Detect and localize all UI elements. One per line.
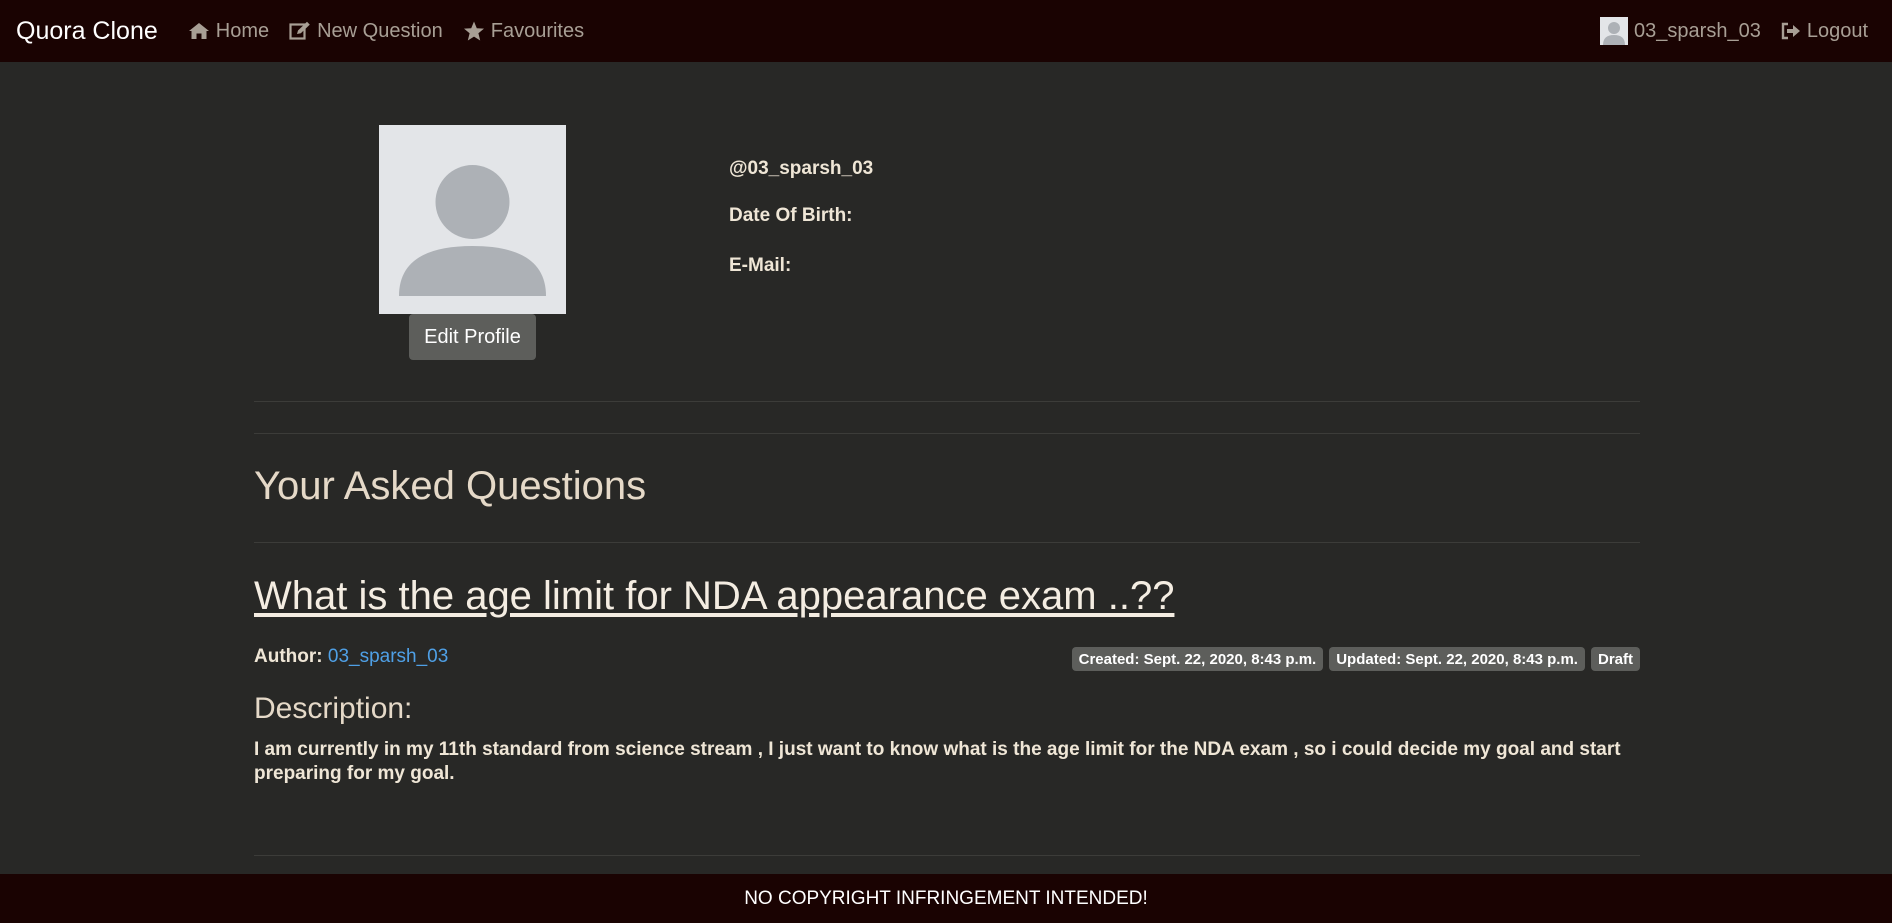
brand-logo[interactable]: Quora Clone: [16, 17, 158, 46]
created-badge: Created: Sept. 22, 2020, 8:43 p.m.: [1071, 647, 1324, 671]
avatar: [1600, 17, 1629, 45]
description-heading: Description:: [254, 692, 413, 725]
nav-user[interactable]: 03_sparsh_03: [1600, 17, 1761, 45]
author-link[interactable]: 03_sparsh_03: [328, 646, 448, 667]
question-author: Author: 03_sparsh_03: [254, 646, 448, 668]
dob-label: Date Of Birth:: [729, 205, 853, 226]
nav-logout-label: Logout: [1806, 19, 1868, 42]
status-badge: Draft: [1590, 647, 1640, 671]
description-text: I am currently in my 11th standard from …: [254, 739, 1621, 784]
nav-right: 03_sparsh_03 Logout: [1600, 17, 1868, 45]
author-label: Author:: [254, 646, 323, 667]
home-icon: [188, 22, 210, 40]
profile-picture: [379, 125, 566, 314]
profile-handle: @03_sparsh_03: [729, 158, 874, 179]
email-label: E-Mail:: [729, 255, 792, 276]
nav-new-question-label: New Question: [317, 19, 443, 42]
logout-icon: [1781, 22, 1801, 40]
nav-logout[interactable]: Logout: [1781, 20, 1868, 43]
star-icon: [463, 21, 485, 42]
nav-home-label: Home: [215, 19, 270, 42]
nav-favourites-label: Favourites: [490, 19, 585, 42]
nav-user-label: 03_sparsh_03: [1634, 19, 1761, 42]
nav-new-question[interactable]: New Question: [289, 20, 443, 43]
divider: [254, 855, 1640, 856]
edit-profile-button[interactable]: Edit Profile: [409, 314, 536, 360]
nav-home[interactable]: Home: [188, 20, 269, 43]
divider: [254, 433, 1640, 434]
updated-badge: Updated: Sept. 22, 2020, 8:43 p.m.: [1329, 647, 1585, 671]
divider: [254, 401, 1640, 402]
edit-icon: [289, 21, 311, 41]
question-title-link[interactable]: What is the age limit for NDA appearance…: [254, 574, 1174, 619]
question-badges: Created: Sept. 22, 2020, 8:43 p.m. Updat…: [1071, 647, 1640, 671]
navbar: Quora Clone Home New Question Favourites…: [0, 0, 1892, 62]
section-title: Your Asked Questions: [254, 464, 647, 508]
footer: NO COPYRIGHT INFRINGEMENT INTENDED!: [0, 874, 1892, 923]
divider: [254, 542, 1640, 543]
nav-favourites[interactable]: Favourites: [463, 20, 584, 43]
